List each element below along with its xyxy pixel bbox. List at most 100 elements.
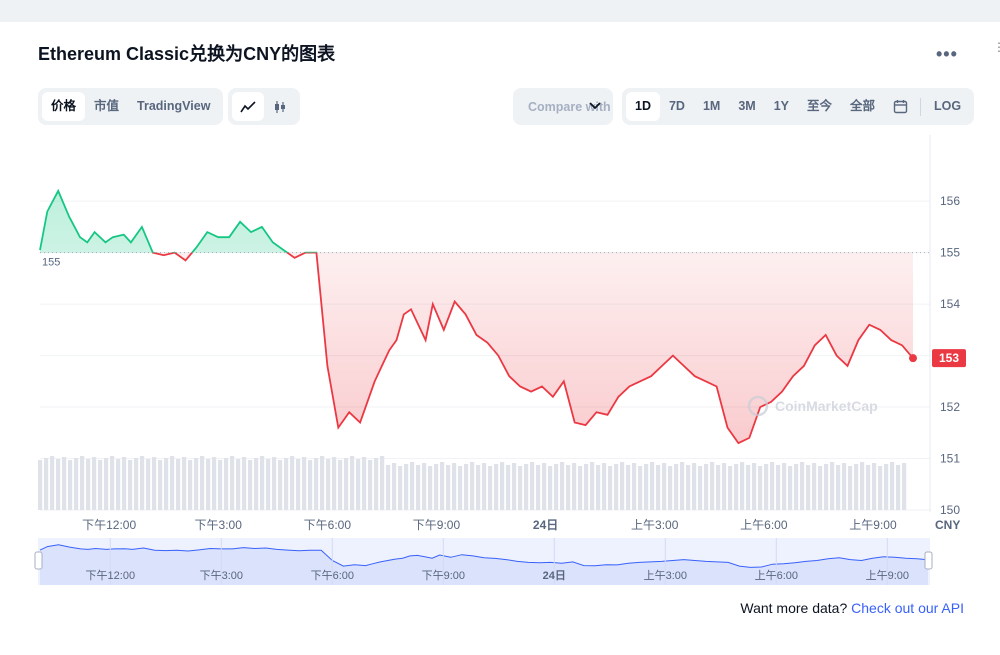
volume-bar <box>464 464 469 510</box>
volume-bar <box>362 457 367 510</box>
x-tick-label: 24日 <box>533 518 558 532</box>
volume-bar <box>158 460 163 510</box>
volume-bar <box>758 466 763 510</box>
volume-bar <box>44 458 49 510</box>
navigator-tick-label: 下午3:00 <box>200 569 243 582</box>
volume-bar <box>200 456 205 510</box>
navigator-tick-label: 下午9:00 <box>422 569 465 582</box>
volume-bar <box>404 464 409 510</box>
volume-bar <box>38 460 43 510</box>
volume-bar <box>284 458 289 510</box>
volume-bar <box>176 459 181 510</box>
y-tick-label: 151 <box>940 452 960 466</box>
volume-bar <box>734 464 739 510</box>
volume-bar <box>842 463 847 510</box>
y-tick-label: 155 <box>940 246 960 260</box>
volume-bar <box>482 463 487 510</box>
volume-bar <box>632 463 637 510</box>
volume-bar <box>662 463 667 510</box>
price-chart-area: 155 CoinMarketCap 150151152153154155156 … <box>0 0 1000 650</box>
volume-bar <box>848 466 853 510</box>
volume-bar <box>416 465 421 510</box>
volume-bar <box>602 463 607 510</box>
volume-bar <box>374 458 379 510</box>
volume-bar <box>746 465 751 510</box>
api-promo: Want more data? Check out our API <box>740 600 964 616</box>
volume-bar <box>794 464 799 510</box>
volume-bar <box>890 462 895 510</box>
volume-bar <box>824 464 829 510</box>
volume-bar <box>116 459 121 510</box>
volume-bar <box>668 466 673 510</box>
x-axis: 下午12:00 下午3:00 下午6:00 下午9:00 24日 上午3:00 上午6:00… <box>82 518 960 532</box>
volume-bar <box>452 463 457 510</box>
volume-bar <box>554 464 559 510</box>
volume-bar <box>782 463 787 510</box>
volume-bars <box>38 456 907 510</box>
volume-bar <box>518 466 523 510</box>
volume-bar <box>338 460 343 510</box>
navigator-tick-label: 上午6:00 <box>755 569 798 582</box>
api-link[interactable]: Check out our API <box>851 600 964 616</box>
volume-bar <box>812 463 817 510</box>
volume-bar <box>788 466 793 510</box>
volume-bar <box>302 457 307 510</box>
volume-bar <box>188 460 193 510</box>
x-tick-label: 上午3:00 <box>631 518 679 532</box>
navigator-handle[interactable] <box>34 551 43 570</box>
volume-bar <box>50 456 55 510</box>
volume-bar <box>56 459 61 510</box>
volume-bar <box>548 466 553 510</box>
volume-bar <box>884 464 889 510</box>
volume-bar <box>830 462 835 510</box>
y-tick-label: 152 <box>940 400 960 414</box>
volume-bar <box>320 456 325 510</box>
volume-bar <box>530 462 535 510</box>
volume-bar <box>584 464 589 510</box>
volume-bar <box>224 458 229 510</box>
volume-bar <box>380 456 385 510</box>
navigator-tick-label: 上午9:00 <box>866 569 909 582</box>
volume-bar <box>260 456 265 510</box>
volume-bar <box>326 459 331 510</box>
volume-bar <box>458 466 463 510</box>
volume-bar <box>332 457 337 510</box>
volume-bar <box>398 466 403 510</box>
volume-bar <box>248 460 253 510</box>
volume-bar <box>854 464 859 510</box>
volume-bar <box>446 465 451 510</box>
volume-bar <box>236 459 241 510</box>
x-tick-label: 下午12:00 <box>82 518 136 532</box>
price-chart[interactable]: 155 CoinMarketCap 150151152153154155156 … <box>0 0 1000 650</box>
volume-bar <box>698 466 703 510</box>
volume-bar <box>860 462 865 510</box>
volume-bar <box>266 459 271 510</box>
volume-bar <box>770 462 775 510</box>
volume-bar <box>818 466 823 510</box>
volume-bar <box>620 462 625 510</box>
volume-bar <box>590 462 595 510</box>
volume-bar <box>740 462 745 510</box>
volume-bar <box>440 462 445 510</box>
range-navigator[interactable]: 下午12:00 下午3:00 下午6:00 下午9:00 24日 上午3:00 上午6:00… <box>34 538 933 585</box>
volume-bar <box>476 465 481 510</box>
volume-bar <box>434 464 439 510</box>
volume-bar <box>290 456 295 510</box>
volume-bar <box>656 465 661 510</box>
volume-bar <box>98 460 103 510</box>
volume-bar <box>608 466 613 510</box>
volume-bar <box>86 459 91 510</box>
volume-bar <box>572 463 577 510</box>
volume-bar <box>626 465 631 510</box>
volume-bar <box>392 463 397 510</box>
volume-bar <box>722 463 727 510</box>
volume-bar <box>806 465 811 510</box>
volume-bar <box>308 460 313 510</box>
volume-bar <box>272 457 277 510</box>
volume-bar <box>230 456 235 510</box>
volume-bar <box>878 466 883 510</box>
volume-bar <box>368 460 373 510</box>
navigator-handle[interactable] <box>924 551 933 570</box>
volume-bar <box>716 465 721 510</box>
volume-bar <box>74 458 79 510</box>
